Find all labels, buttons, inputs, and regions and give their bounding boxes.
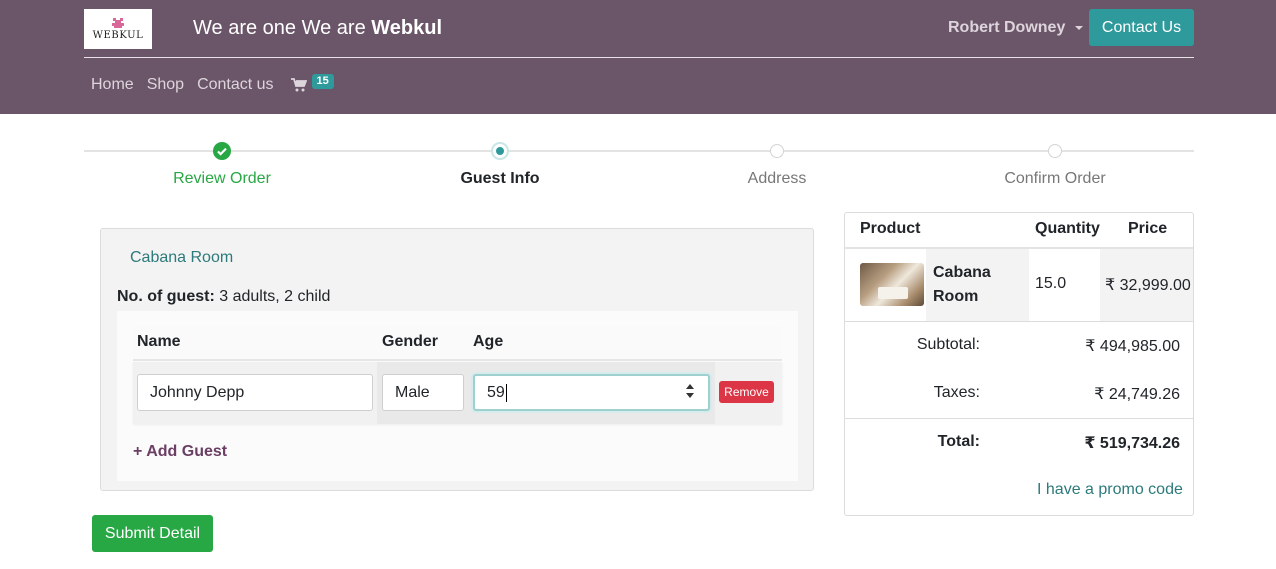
tagline-prefix: We are one We are <box>193 17 372 39</box>
guest-count-label: No. of guest: <box>117 288 215 305</box>
guest-age-value: 59 <box>487 383 505 401</box>
room-title: Cabana Room <box>130 249 234 266</box>
taxes-value: ₹ 24,749.26 <box>1094 386 1180 403</box>
nav-home[interactable]: Home <box>91 76 134 94</box>
step-review-order[interactable]: Review Order <box>122 170 322 188</box>
col-age: Age <box>473 333 504 350</box>
promo-code-link[interactable]: I have a promo code <box>1037 481 1183 499</box>
product-name[interactable]: Cabana Room <box>933 261 1013 309</box>
col-gender: Gender <box>382 333 439 350</box>
subtotal-value: ₹ 494,985.00 <box>1085 338 1180 355</box>
guest-row: Johnny Depp Male 59 Remove <box>133 362 782 424</box>
text-cursor <box>505 383 507 402</box>
step-guest-info[interactable]: Guest Info <box>400 170 600 188</box>
col-quantity: Quantity <box>1035 220 1100 237</box>
spin-up-icon[interactable] <box>686 384 694 389</box>
summary-divider <box>845 418 1193 419</box>
webkul-logo[interactable]: WEBKUL <box>84 9 152 49</box>
caret-down-icon <box>1075 26 1084 30</box>
step-address[interactable]: Address <box>677 170 877 188</box>
step-active-dot-icon <box>491 142 509 160</box>
col-product: Product <box>860 220 921 237</box>
nav-contact-us[interactable]: Contact us <box>197 76 273 94</box>
site-tagline: We are one We are Webkul <box>193 17 442 40</box>
tagline-brand: Webkul <box>371 17 443 39</box>
guest-name-input[interactable]: Johnny Depp <box>137 374 373 411</box>
col-price: Price <box>1128 220 1168 237</box>
product-quantity: 15.0 <box>1035 275 1067 292</box>
step-done-check-icon <box>213 142 231 160</box>
guest-count-value: 3 adults, 2 child <box>219 288 331 305</box>
remove-guest-button[interactable]: Remove <box>719 381 774 403</box>
taxes-label: Taxes: <box>933 384 980 401</box>
cart-link[interactable]: 15 <box>290 74 334 92</box>
product-price: ₹ 32,999.00 <box>1105 277 1191 294</box>
step-pending-dot-icon <box>770 144 784 158</box>
guest-count: No. of guest: 3 adults, 2 child <box>117 288 330 306</box>
guest-age-input[interactable]: 59 <box>473 374 710 411</box>
logo-mark-icon <box>111 17 125 29</box>
submit-detail-button[interactable]: Submit Detail <box>92 515 213 552</box>
main-nav: Home Shop Contact us 15 <box>91 74 334 94</box>
logo-text: WEBKUL <box>92 29 144 41</box>
progress-track <box>84 150 1194 152</box>
product-thumbnail[interactable] <box>860 263 924 306</box>
cart-count-badge: 15 <box>311 74 334 89</box>
step-confirm-order[interactable]: Confirm Order <box>955 170 1155 188</box>
age-stepper[interactable] <box>686 384 694 398</box>
total-value: ₹ 519,734.26 <box>1084 435 1180 452</box>
guest-gender-select[interactable]: Male <box>382 374 464 411</box>
nav-shop[interactable]: Shop <box>147 76 184 94</box>
step-pending-dot-icon <box>1048 144 1062 158</box>
guest-table-header: Name Gender Age <box>133 326 782 361</box>
header-divider <box>84 57 1194 58</box>
col-name: Name <box>137 333 181 350</box>
cart-icon <box>290 78 307 92</box>
contact-us-button[interactable]: Contact Us <box>1089 9 1194 46</box>
user-menu-dropdown[interactable]: Robert Downey <box>948 19 1084 37</box>
summary-divider <box>845 321 1193 322</box>
subtotal-label: Subtotal: <box>916 336 980 353</box>
spin-down-icon[interactable] <box>686 393 694 398</box>
user-name: Robert Downey <box>948 19 1066 36</box>
add-guest-link[interactable]: + Add Guest <box>133 443 227 461</box>
total-label: Total: <box>937 433 980 450</box>
